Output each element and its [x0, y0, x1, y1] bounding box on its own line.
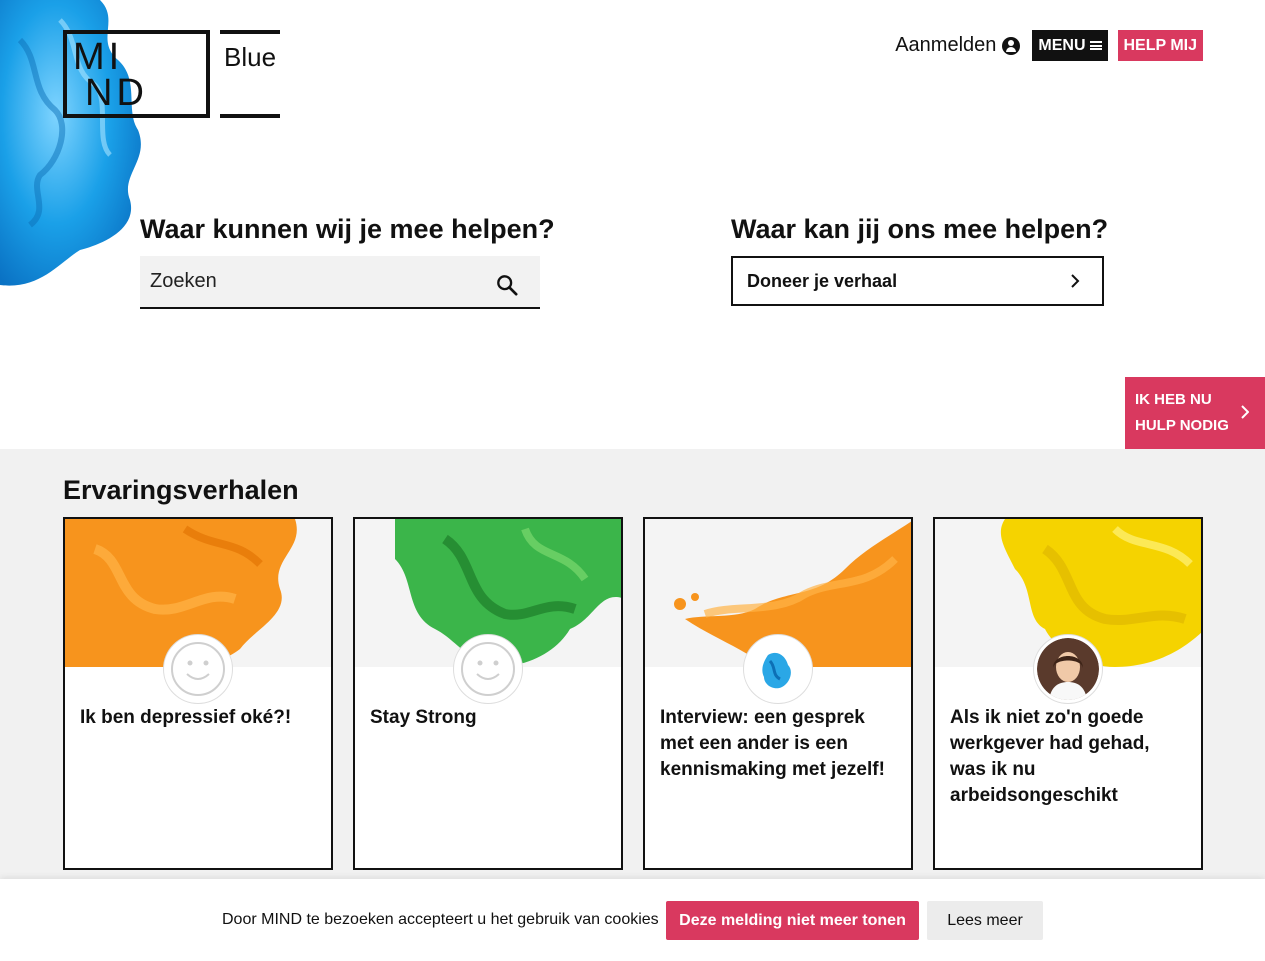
header-actions: Aanmelden MENU HELP MIJ — [895, 30, 1203, 61]
menu-label: MENU — [1038, 36, 1086, 54]
smiley-icon — [454, 635, 522, 703]
stories-title: Ervaringsverhalen — [63, 475, 299, 505]
story-title: Stay Strong — [370, 707, 477, 728]
help-me-label: HELP MIJ — [1123, 36, 1198, 54]
urgent-help-tab[interactable]: IK HEB NU HULP NODIG — [1125, 377, 1265, 449]
cookie-text: Door MIND te bezoeken accepteert u het g… — [222, 911, 659, 928]
login-link[interactable]: Aanmelden — [895, 34, 1021, 57]
story-title: Interview: een gesprek met een ander is … — [660, 707, 885, 780]
story-card[interactable]: Als ik niet zo'n goede werkgever had geh… — [933, 517, 1203, 870]
cookie-dismiss-button[interactable]: Deze melding niet meer tonen — [666, 901, 919, 940]
search-icon[interactable] — [496, 274, 518, 296]
story-card[interactable]: Stay Strong — [353, 517, 623, 870]
logo-sub-text: Blue — [224, 42, 277, 72]
help-me-button[interactable]: HELP MIJ — [1117, 30, 1203, 61]
story-title: Als ik niet zo'n goede werkgever had geh… — [950, 707, 1150, 806]
user-icon — [1002, 36, 1021, 55]
mind-logo[interactable]: MI ND Blue — [63, 30, 280, 118]
logo-box: MI ND — [63, 30, 210, 118]
urgent-help-line1: IK HEB NU — [1135, 391, 1212, 408]
logo-sub: Blue — [220, 30, 280, 118]
story-title: Ik ben depressief oké?! — [80, 707, 292, 728]
search-input[interactable] — [150, 270, 470, 293]
help-us-heading: Waar kan jij ons mee helpen? — [731, 214, 1109, 244]
smiley-icon — [164, 635, 232, 703]
urgent-help-line2: HULP NODIG — [1135, 417, 1229, 434]
person-photo — [1034, 635, 1102, 703]
blue-ink-avatar — [744, 635, 812, 703]
help-you-heading: Waar kunnen wij je mee helpen? — [140, 214, 555, 244]
search-box — [140, 256, 540, 309]
stories-section: Ervaringsverhalen Ik ben depressief oké?… — [0, 449, 1265, 889]
chevron-right-icon — [1071, 274, 1080, 288]
chevron-right-icon — [1241, 405, 1249, 419]
cookie-read-more-button[interactable]: Lees meer — [927, 901, 1043, 940]
donate-story-button[interactable]: Doneer je verhaal — [731, 256, 1104, 306]
cookie-bar: Door MIND te bezoeken accepteert u het g… — [0, 879, 1265, 961]
logo-text-line2: ND — [85, 72, 148, 114]
hamburger-icon — [1089, 41, 1102, 50]
donate-story-label: Doneer je verhaal — [747, 270, 898, 291]
menu-button[interactable]: MENU — [1032, 30, 1108, 61]
story-card[interactable]: Ik ben depressief oké?! — [63, 517, 333, 870]
story-card[interactable]: Interview: een gesprek met een ander is … — [643, 517, 913, 870]
login-label: Aanmelden — [895, 34, 997, 56]
